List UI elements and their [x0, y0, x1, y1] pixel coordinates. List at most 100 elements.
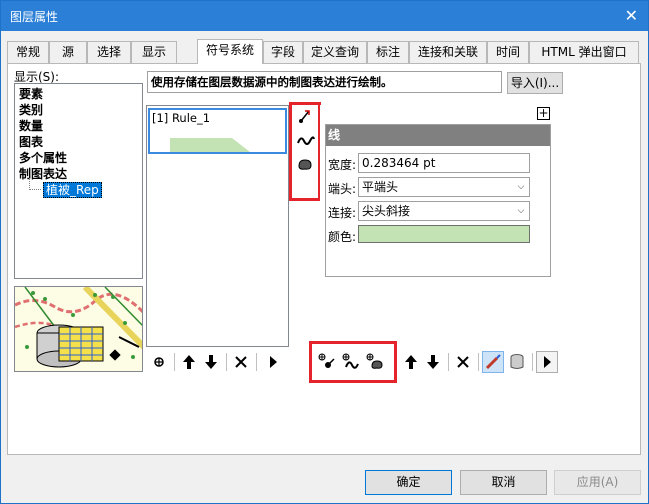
ok-button[interactable]: 确定 [365, 470, 452, 495]
layer-type-toolbar [292, 105, 318, 179]
width-label: 宽度: [328, 158, 357, 172]
add-marker-layer-button[interactable] [316, 351, 338, 373]
tab-joins-relates[interactable]: 连接和关联 [409, 41, 487, 63]
join-value: 尖头斜接 [362, 204, 411, 218]
rule-menu-button[interactable] [262, 351, 284, 373]
tab-display[interactable]: 显示 [131, 41, 177, 63]
fill-layer-button[interactable] [293, 153, 317, 175]
toolbar-separator [396, 353, 397, 371]
tree-item-multiple-attributes[interactable]: 多个属性 [19, 150, 138, 166]
close-icon [235, 356, 247, 368]
chevron-down-icon: ⌵ [517, 206, 525, 216]
arrow-down-icon [205, 355, 217, 369]
toolbar-separator [226, 353, 227, 371]
width-row: 宽度: 0.283464 pt [326, 153, 536, 173]
color-swatch[interactable] [358, 225, 530, 243]
play-arrow-icon [270, 356, 277, 368]
tree-item-categories[interactable]: 类别 [19, 102, 138, 118]
rule-item[interactable]: [1] Rule_1 [148, 108, 287, 154]
tree-item-features[interactable]: 要素 [19, 86, 138, 102]
apply-button[interactable]: 应用(A) [554, 470, 641, 495]
layer-database-button[interactable] [506, 351, 528, 373]
move-layer-down-button[interactable] [422, 351, 444, 373]
import-button[interactable]: 导入(I)... [507, 72, 563, 94]
tree-subitem-row: 植被_Rep [19, 178, 138, 198]
toolbar-separator [478, 353, 479, 371]
rules-toolbar [148, 351, 288, 373]
close-icon[interactable]: ✕ [625, 6, 638, 25]
toolbar-separator [174, 353, 175, 371]
description-text: 使用存储在图层数据源中的制图表达进行绘制。 [147, 71, 502, 93]
arrow-up-icon [405, 355, 417, 369]
add-fill-layer-icon [366, 353, 383, 369]
title-bar: 图层属性 ✕ [1, 1, 648, 31]
cancel-button[interactable]: 取消 [460, 470, 547, 495]
join-row: 连接: 尖头斜接 ⌵ [326, 201, 536, 221]
stroke-layer-button[interactable] [293, 129, 317, 151]
add-rule-icon [154, 357, 164, 367]
show-tree: 要素 类别 数量 图表 多个属性 制图表达 植被_Rep [14, 83, 143, 279]
brush-icon [485, 354, 501, 370]
tab-symbology[interactable]: 符号系统 [197, 39, 263, 64]
cap-label: 端头: [328, 182, 357, 196]
tab-source[interactable]: 源 [49, 41, 87, 63]
color-row: 颜色: [326, 225, 536, 245]
cap-select[interactable]: 平端头 ⌵ [358, 177, 530, 197]
color-label: 颜色: [328, 230, 357, 244]
properties-frame: 线 宽度: 0.283464 pt 端头: 平端头 ⌵ 连接: 尖头斜接 ⌵ 颜… [325, 124, 551, 277]
move-layer-up-button[interactable] [400, 351, 422, 373]
geometric-effects-button[interactable] [482, 351, 504, 373]
join-label: 连接: [328, 206, 357, 220]
close-icon [457, 356, 469, 368]
tab-definition-query[interactable]: 定义查询 [303, 41, 367, 63]
layer-menu-button[interactable] [536, 351, 558, 373]
toolbar-separator [532, 353, 533, 371]
window-title: 图层属性 [10, 10, 59, 24]
representation-preview-image [14, 286, 143, 372]
remove-layer-button[interactable] [452, 351, 474, 373]
cap-row: 端头: 平端头 ⌵ [326, 177, 536, 197]
layer-properties-dialog: 图层属性 ✕ 常规 源 选择 显示 符号系统 字段 定义查询 标注 连接和关联 … [0, 0, 649, 504]
add-fill-layer-button[interactable] [364, 351, 386, 373]
stroke-properties: + 线 宽度: 0.283464 pt 端头: 平端头 ⌵ 连接: 尖头斜接 ⌵… [320, 105, 551, 347]
join-select[interactable]: 尖头斜接 ⌵ [358, 201, 530, 221]
toolbar-separator [448, 353, 449, 371]
add-rule-button[interactable] [148, 351, 170, 373]
tree-item-charts[interactable]: 图表 [19, 134, 138, 150]
rule-swatch-icon [170, 138, 250, 152]
tab-selection[interactable]: 选择 [87, 41, 131, 63]
toolbar-separator [256, 353, 257, 371]
tab-general[interactable]: 常规 [7, 41, 49, 63]
layers-toolbar [316, 351, 560, 373]
stroke-layer-icon [297, 136, 315, 145]
tree-connector [29, 178, 41, 190]
play-arrow-icon [544, 356, 551, 368]
tab-strip: 常规 源 选择 显示 符号系统 字段 定义查询 标注 连接和关联 时间 HTML… [7, 39, 641, 64]
add-stroke-layer-button[interactable] [340, 351, 362, 373]
tree-subitem-vegetation-rep[interactable]: 植被_Rep [43, 182, 102, 198]
cap-value: 平端头 [362, 180, 399, 194]
tree-item-quantities[interactable]: 数量 [19, 118, 138, 134]
move-rule-down-button[interactable] [200, 351, 222, 373]
symbology-panel: 显示(S): 要素 类别 数量 图表 多个属性 制图表达 植被_Rep 使用存储… [7, 63, 641, 455]
tab-html-popup[interactable]: HTML 弹出窗口 [529, 41, 639, 63]
arrow-up-icon [183, 355, 195, 369]
tab-time[interactable]: 时间 [487, 41, 529, 63]
expand-plus-icon[interactable]: + [537, 107, 550, 120]
tab-labels[interactable]: 标注 [367, 41, 409, 63]
remove-rule-button[interactable] [230, 351, 252, 373]
tab-fields[interactable]: 字段 [263, 41, 303, 63]
fill-layer-icon [298, 159, 312, 170]
properties-header: 线 [326, 125, 550, 146]
map-illustration-icon [15, 287, 142, 371]
add-stroke-layer-icon [342, 353, 359, 369]
move-rule-up-button[interactable] [178, 351, 200, 373]
rule-label: [1] Rule_1 [152, 111, 211, 125]
arrow-down-icon [427, 355, 439, 369]
rules-list: [1] Rule_1 [146, 105, 289, 347]
add-marker-layer-icon [318, 353, 335, 368]
marker-layer-icon [299, 110, 310, 123]
marker-layer-button[interactable] [293, 105, 317, 127]
chevron-down-icon: ⌵ [517, 182, 525, 192]
width-field[interactable]: 0.283464 pt [358, 153, 530, 173]
